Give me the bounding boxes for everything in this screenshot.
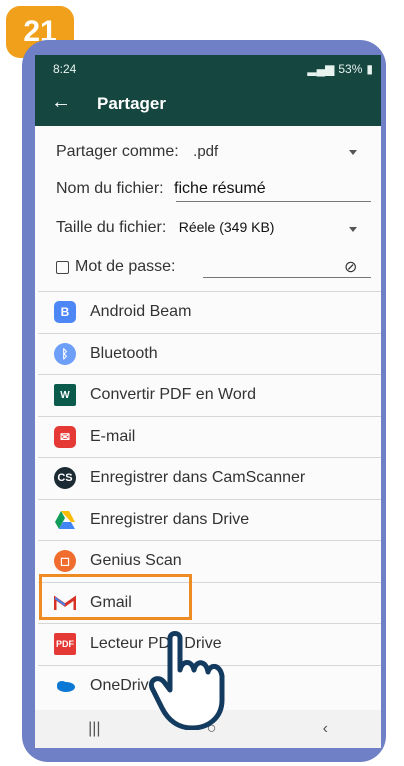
share-as-select[interactable]: .pdf [193, 143, 218, 160]
eye-off-icon[interactable]: ⊘ [344, 257, 357, 277]
filesize-row: Taille du fichier: Réele (349 KB) [56, 219, 274, 237]
filesize-select[interactable]: Réele (349 KB) [179, 219, 275, 235]
gmail-highlight-box [39, 574, 192, 620]
camscanner-icon: CS [54, 467, 76, 490]
genius-scan-icon: ◻ [54, 550, 76, 573]
word-converter-icon: W [54, 384, 76, 407]
email-icon: ✉ [54, 425, 76, 448]
share-item-android-beam[interactable]: B Android Beam [38, 291, 381, 333]
status-time: 8:24 [53, 62, 77, 76]
share-item-bluetooth[interactable]: ᛒ Bluetooth [38, 332, 381, 375]
password-row: Mot de passe: [56, 258, 176, 276]
password-checkbox[interactable] [56, 260, 69, 274]
filename-underline [176, 201, 371, 202]
recent-apps-icon[interactable]: ||| [88, 720, 100, 738]
back-arrow-icon[interactable]: ← [51, 92, 71, 112]
share-item-camscanner[interactable]: CS Enregistrer dans CamScanner [38, 457, 381, 499]
onedrive-icon [54, 675, 76, 697]
share-as-label: Partager comme: [56, 143, 179, 160]
pointing-hand-icon [148, 631, 225, 730]
filesize-dropdown-icon[interactable] [349, 227, 357, 232]
share-item-label: Enregistrer dans Drive [90, 510, 250, 528]
android-beam-icon: B [54, 301, 76, 324]
share-item-label: E-mail [90, 427, 136, 445]
app-bar: ← Partager [35, 82, 381, 126]
share-item-label: Genius Scan [90, 552, 182, 570]
google-drive-icon [54, 509, 76, 531]
back-icon[interactable]: ‹ [323, 720, 328, 738]
filename-row: Nom du fichier: fiche résumé [56, 180, 266, 198]
share-item-label: Android Beam [90, 303, 192, 321]
filename-input[interactable]: fiche résumé [174, 180, 266, 197]
password-input[interactable] [203, 277, 371, 278]
share-item-email[interactable]: ✉ E-mail [38, 415, 381, 458]
pdf-reader-icon: PDF [54, 633, 76, 656]
filename-label: Nom du fichier: [56, 180, 164, 197]
battery-level: 53% [338, 62, 363, 76]
share-item-convert-word[interactable]: W Convertir PDF en Word [38, 374, 381, 416]
signal-icon: ▂▄▆ [307, 62, 335, 76]
page-title: Partager [97, 94, 166, 113]
filesize-label: Taille du fichier: [56, 219, 167, 236]
share-item-label: Enregistrer dans CamScanner [90, 469, 306, 487]
share-as-dropdown-icon[interactable] [349, 150, 357, 155]
share-item-drive[interactable]: Enregistrer dans Drive [38, 498, 381, 541]
status-bar: 8:24 ▂▄▆ 53% ▮ [35, 55, 381, 82]
password-label: Mot de passe: [75, 258, 176, 275]
battery-icon: ▮ [366, 62, 373, 76]
share-item-label: Bluetooth [90, 344, 158, 362]
share-as-row: Partager comme: .pdf [56, 143, 218, 161]
share-item-label: Convertir PDF en Word [90, 386, 256, 404]
bluetooth-icon: ᛒ [54, 342, 76, 365]
